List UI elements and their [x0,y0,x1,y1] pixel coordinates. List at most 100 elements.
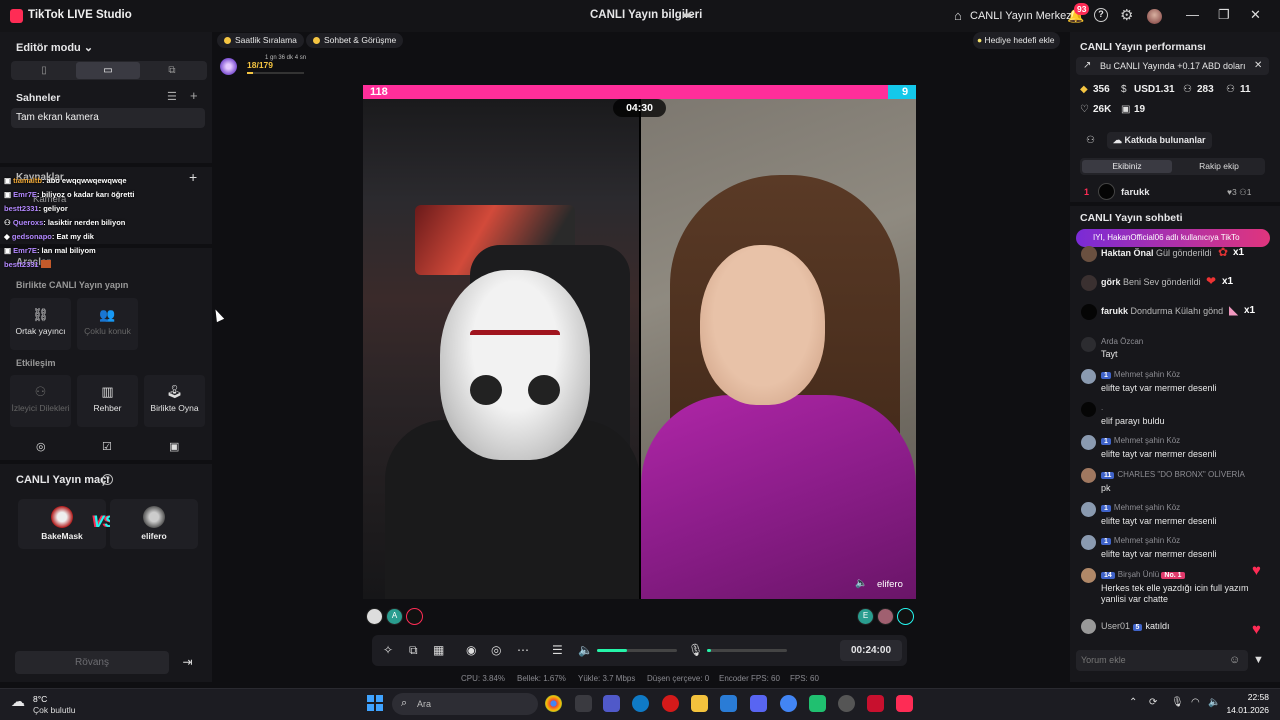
multi-guest-button[interactable]: 👥 Çoklu konuk [77,298,138,350]
participant-avatar[interactable]: E [857,608,874,625]
comment-author[interactable]: 1 Mehmet şahin Köz [1101,536,1180,545]
add-scene-icon[interactable]: + [190,88,198,103]
screen-effect-icon[interactable]: ⧉ [409,643,418,658]
chat-title: CANLI Yayın sohbeti [1080,212,1183,224]
layout-icon[interactable]: ▦ [433,643,444,657]
participant-avatar[interactable] [877,608,894,625]
discord-icon[interactable] [750,695,767,712]
hourly-ranking-chip[interactable]: Saatlik Sıralama [217,33,304,48]
close-icon[interactable]: ✕ [1254,60,1262,71]
maximize-button[interactable]: ❐ [1218,7,1230,23]
tab-rival-team[interactable]: Rakip ekip [1174,160,1264,173]
mask-marking [470,330,560,350]
comment-author[interactable]: Arda Özcan [1101,337,1143,346]
weather-temp: 8°C [33,694,48,704]
avatar [1081,568,1096,583]
media-icon[interactable] [867,695,884,712]
scene-item[interactable]: Tam ekran kamera [11,108,205,128]
chevron-up-icon[interactable]: ⌃ [1129,697,1137,708]
record-icon[interactable]: ◉ [466,643,476,657]
guide-button[interactable]: ▥ Rehber [77,375,138,427]
microphone-icon[interactable]: 🎙 [688,643,703,657]
help-icon[interactable]: ? [102,474,113,485]
rematch-button[interactable]: Rövanş [15,651,169,674]
settings-sliders-icon[interactable]: ☰ [552,643,563,657]
app-icon[interactable] [838,695,855,712]
match-player-right[interactable]: elifero [110,499,198,549]
viewer-wishes-button[interactable]: ⚇ İzleyici Dilekleri [10,375,71,427]
clock-date[interactable]: 14.01.2026 [1213,705,1269,715]
emoji-icon[interactable]: ☺ [1229,654,1240,666]
filter-icon[interactable]: ▼ [1253,654,1264,666]
comment-author[interactable]: 1 Mehmet şahin Köz [1101,370,1180,379]
comment-author[interactable]: 1 Mehmet şahin Köz [1101,436,1180,445]
poll-icon[interactable]: ◎ [36,440,46,453]
landscape-button[interactable]: ▭ [76,62,140,79]
search-icon: ⌕ [401,697,408,709]
copilot-icon[interactable] [575,695,592,712]
gear-icon[interactable]: ⚙ [1120,6,1133,24]
comment-author[interactable]: . [1101,403,1103,412]
portrait-button[interactable]: ▯ [12,62,76,79]
add-source-icon[interactable]: + [189,169,197,185]
heart-icon: ♥ [1252,562,1261,579]
comment-input[interactable]: Yorum ekle [1076,650,1248,671]
mic-slider[interactable] [707,649,787,652]
co-host-button[interactable]: ⛓ Ortak yayıncı [10,298,71,350]
minimize-button[interactable]: — [1186,7,1199,22]
overlay-chat-text: : biliyoz o kadar karı öğretti [36,190,135,199]
add-user-icon[interactable]: ⚇ [1086,135,1095,146]
speaker-icon[interactable]: 🔈 [855,578,867,589]
play-together-button[interactable]: 🕹 Birlikte Oyna [144,375,205,427]
windows-start-icon[interactable] [367,695,383,711]
gift-sender: görk [1101,277,1121,287]
rotate-button[interactable]: ⧉ [140,62,204,79]
participant-avatar[interactable] [366,608,383,625]
tiktok-studio-icon[interactable] [896,695,913,712]
box-icon[interactable]: ▣ [169,440,179,453]
magic-wand-icon[interactable]: ✧ [383,643,393,657]
heart-icon: ♡ [1080,104,1089,115]
more-icon[interactable]: ⋯ [517,643,529,657]
participant-avatar[interactable]: A [386,608,403,625]
help-icon[interactable]: ? [1094,8,1108,22]
goal-progress-fill [247,72,253,74]
tab-our-team[interactable]: Ekibiniz [1082,160,1172,173]
comment-author[interactable]: 14 Birşah Ünlü No. 1 [1101,570,1188,579]
list-icon[interactable]: ☰ [167,90,177,103]
folder-icon[interactable] [691,695,708,712]
goal-count: 18/179 [247,60,273,70]
comment-author[interactable]: 11 CHARLES "DO BRONX" OLİVERİA [1101,470,1245,479]
comment-author[interactable]: 1 Mehmet şahin Köz [1101,503,1180,512]
chrome-alt-icon[interactable] [780,695,797,712]
chat-call-chip[interactable]: Sohbet & Görüşme [306,33,404,48]
microphone-icon[interactable]: 🎙 [1171,697,1184,708]
volume-icon[interactable]: 🔈 [578,643,593,657]
participant-avatar[interactable] [406,608,423,625]
editor-mode-dropdown[interactable]: Editör modu ⌄ [16,41,93,54]
chrome-icon[interactable] [545,695,562,712]
teams-icon[interactable] [603,695,620,712]
checklist-icon[interactable]: ☑ [102,440,112,453]
contributors-button[interactable]: ☁ Katkıda bulunanlar [1107,132,1212,149]
game-icon[interactable] [809,695,826,712]
store-icon[interactable] [720,695,737,712]
comment-text: elifte tayt var mermer desenli [1101,383,1217,393]
exit-icon[interactable]: ⇥ [176,651,199,674]
opera-icon[interactable] [662,695,679,712]
sync-icon[interactable]: ⟳ [1149,697,1157,708]
wifi-icon[interactable]: ◠ [1191,697,1200,708]
goal-icon[interactable] [220,58,237,75]
camera-effect-icon[interactable]: ◎ [491,643,501,657]
live-center-link[interactable]: CANLI Yayın Merkezi [970,10,1074,22]
participant-avatar[interactable] [897,608,914,625]
close-button[interactable]: ✕ [1250,7,1261,23]
share-icon[interactable]: ⮫ [682,9,693,24]
add-gift-goal-button[interactable]: ● Hediye hedefi ekle [973,32,1061,49]
cloud-icon[interactable]: ☁ [11,693,25,710]
taskbar-search[interactable] [392,693,538,715]
clock-time[interactable]: 22:58 [1223,692,1269,702]
profile-avatar[interactable] [1147,9,1162,24]
home-icon[interactable]: ⌂ [954,8,962,23]
edge-icon[interactable] [632,695,649,712]
